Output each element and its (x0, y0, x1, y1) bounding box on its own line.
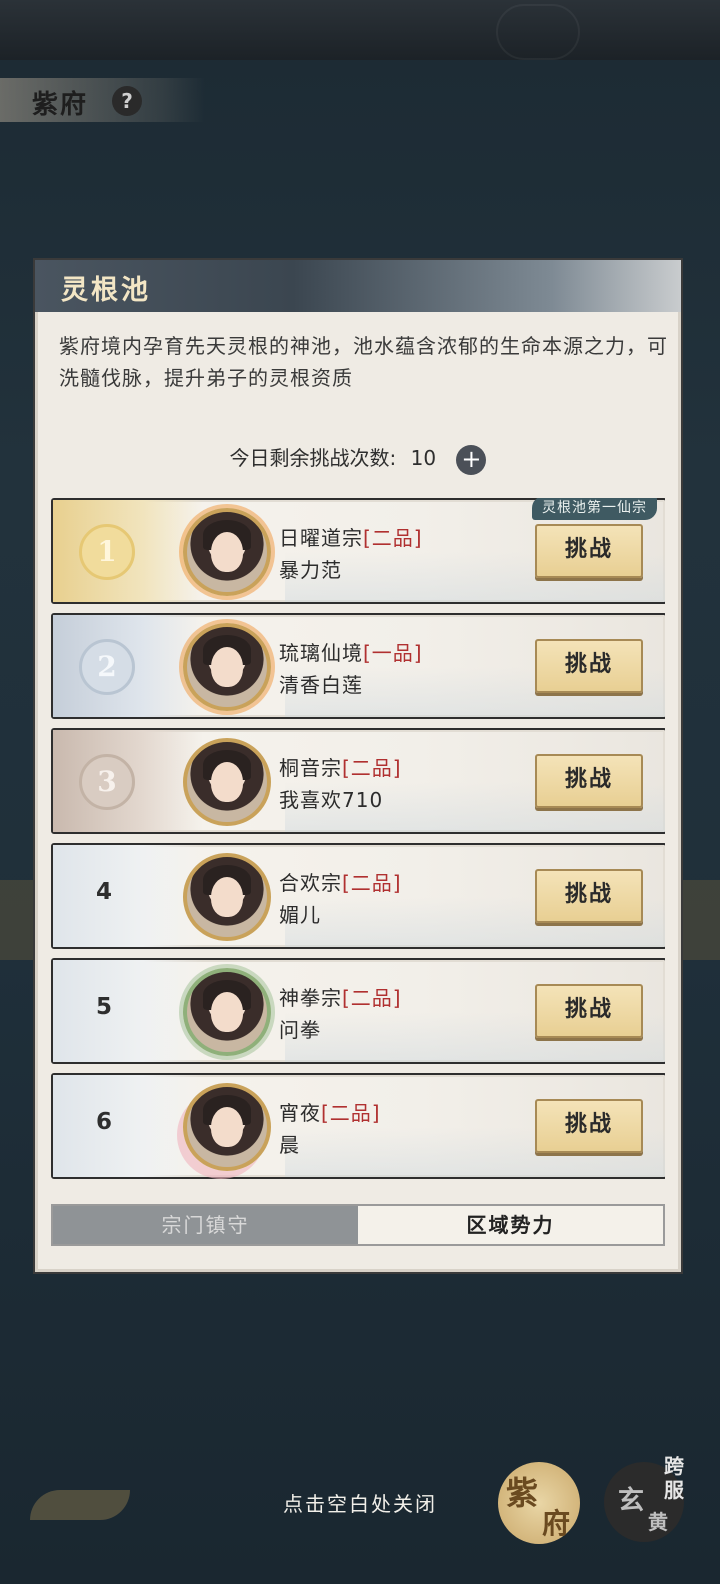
panel-title: 灵根池 (61, 275, 151, 306)
challenge-button[interactable]: 挑战 (535, 869, 643, 923)
avatar[interactable] (183, 1083, 271, 1171)
challenge-button[interactable]: 挑战 (535, 639, 643, 693)
realm-char: 玄 (618, 1486, 645, 1516)
cloud-swirl-decoration (496, 4, 580, 60)
tab-regional-power[interactable]: 区域势力 (358, 1206, 663, 1244)
panel-header: 灵根池 (35, 260, 681, 312)
avatar-face (211, 532, 243, 572)
avatar[interactable] (183, 623, 271, 711)
sect-name: 合欢宗 (279, 871, 342, 895)
page-title-bar: 紫府 ? (0, 78, 205, 122)
realm-char: 黄 (648, 1510, 668, 1534)
avatar[interactable] (183, 508, 271, 596)
top-sect-badge: 灵根池第一仙宗 (532, 498, 657, 520)
ranking-row: 2 琉璃仙境[一品] 清香白莲 挑战 (51, 613, 665, 719)
avatar-face (211, 647, 243, 687)
rank-background (53, 1075, 203, 1177)
tab-bar: 宗门镇守 区域势力 (51, 1204, 665, 1246)
avatar[interactable] (183, 853, 271, 941)
player-name: 我喜欢710 (279, 788, 384, 812)
avatar-face (211, 992, 243, 1032)
top-bar (0, 0, 720, 60)
rank-medal-icon: 2 (79, 639, 135, 695)
sect-name-line: 神拳宗[二品] (279, 982, 402, 1011)
tab-sect-guard[interactable]: 宗门镇守 (53, 1206, 358, 1244)
rank-background (53, 845, 203, 947)
sect-name-line: 合欢宗[二品] (279, 867, 402, 896)
avatar-face (211, 762, 243, 802)
sect-name: 琉璃仙境 (279, 641, 363, 665)
player-name: 清香白莲 (279, 673, 363, 697)
ranking-row: 3 桐音宗[二品] 我喜欢710 挑战 (51, 728, 665, 834)
sect-grade: [二品] (342, 986, 402, 1010)
ranking-row: 4 合欢宗[二品] 媚儿 挑战 (51, 843, 665, 949)
challenge-button[interactable]: 挑战 (535, 524, 643, 578)
realm-char: 府 (542, 1507, 571, 1540)
sect-name: 桐音宗 (279, 756, 342, 780)
challenge-button[interactable]: 挑战 (535, 984, 643, 1038)
sect-name-line: 桐音宗[二品] (279, 752, 402, 781)
ranking-row: 5 神拳宗[二品] 问拳 挑战 (51, 958, 665, 1064)
sect-name-line: 宵夜[二品] (279, 1097, 381, 1126)
rank-background (53, 960, 203, 1062)
avatar[interactable] (183, 968, 271, 1056)
player-name: 晨 (279, 1133, 300, 1157)
sect-name: 神拳宗 (279, 986, 342, 1010)
add-attempts-icon[interactable]: + (456, 444, 487, 475)
challenge-button[interactable]: 挑战 (535, 1099, 643, 1153)
rank-number: 5 (95, 994, 112, 1020)
sect-grade: [二品] (342, 871, 402, 895)
avatar[interactable] (183, 738, 271, 826)
page-title: 紫府 (32, 90, 89, 120)
player-name: 暴力范 (279, 558, 342, 582)
attempts-count: 10 (410, 446, 437, 470)
avatar-face (211, 1107, 243, 1147)
sect-grade: [二品] (321, 1101, 381, 1125)
rank-number: 4 (95, 879, 112, 905)
challenge-button[interactable]: 挑战 (535, 754, 643, 808)
sect-name: 日曜道宗 (279, 526, 363, 550)
spirit-root-pool-panel: 灵根池 紫府境内孕育先天灵根的神池，池水蕴含浓郁的生命本源之力，可洗髓伐脉，提升… (33, 258, 683, 1274)
cross-server-label: 跨服 (664, 1454, 684, 1502)
ranking-row: 1 日曜道宗[二品] 暴力范 灵根池第一仙宗 挑战 (51, 498, 665, 604)
panel-description: 紫府境内孕育先天灵根的神池，池水蕴含浓郁的生命本源之力，可洗髓伐脉，提升弟子的灵… (59, 334, 668, 390)
sect-name-line: 日曜道宗[二品] (279, 522, 423, 551)
sect-name-line: 琉璃仙境[一品] (279, 637, 423, 666)
avatar-face (211, 877, 243, 917)
player-name: 媚儿 (279, 903, 321, 927)
sect-grade: [二品] (342, 756, 402, 780)
zifu-realm-button[interactable]: 紫 府 (498, 1462, 580, 1544)
player-name: 问拳 (279, 1018, 321, 1042)
remaining-attempts: 今日剩余挑战次数: 10 + (35, 442, 681, 475)
help-icon[interactable]: ? (112, 86, 142, 116)
rank-number: 6 (95, 1109, 112, 1135)
ranking-row: 6 宵夜[二品] 晨 挑战 (51, 1073, 665, 1179)
background-decoration (680, 880, 720, 960)
brush-stroke-decoration (30, 1490, 130, 1520)
sect-grade: [二品] (363, 526, 423, 550)
attempts-label: 今日剩余挑战次数: (229, 446, 397, 470)
rank-medal-icon: 1 (79, 524, 135, 580)
sect-grade: [一品] (363, 641, 423, 665)
sect-name: 宵夜 (279, 1101, 321, 1125)
ranking-list[interactable]: 1 日曜道宗[二品] 暴力范 灵根池第一仙宗 挑战 2 琉璃仙境[一品] 清香白… (51, 498, 665, 1188)
rank-medal-icon: 3 (79, 754, 135, 810)
realm-char: 紫 (506, 1474, 539, 1512)
